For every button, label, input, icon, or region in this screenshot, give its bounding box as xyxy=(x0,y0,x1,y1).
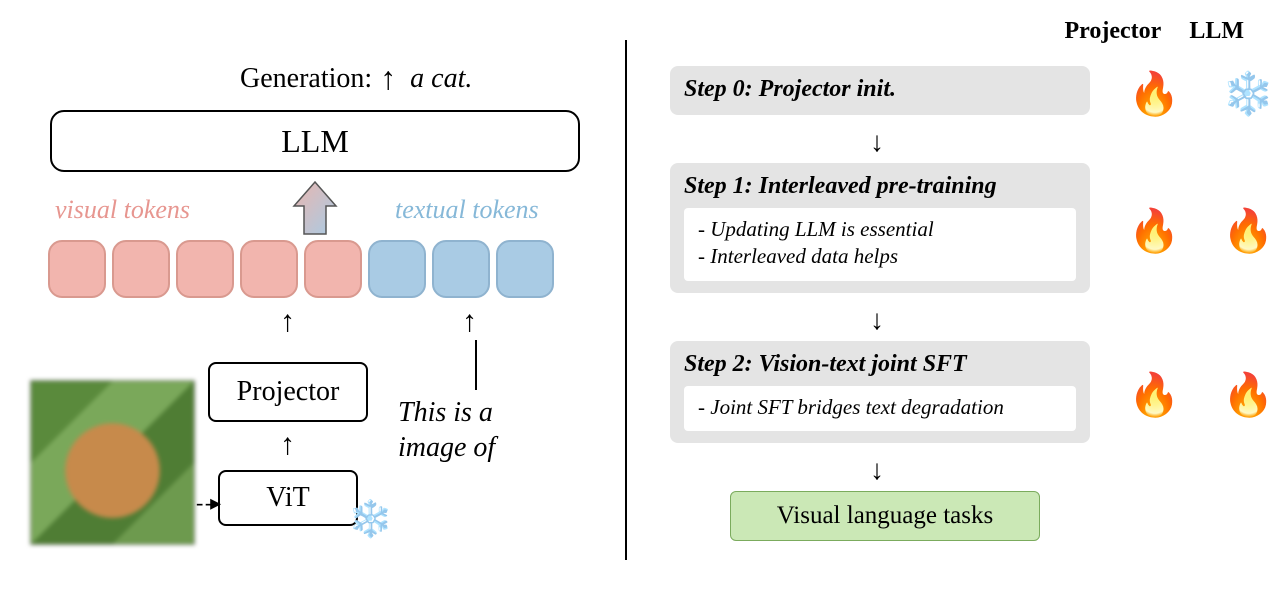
prompt-line1: This is a xyxy=(398,397,493,428)
fire-icon: 🔥 xyxy=(1128,207,1180,256)
step2-card: Step 2: Vision-text joint SFT - Joint SF… xyxy=(670,341,1090,443)
prompt-text: This is a image of xyxy=(398,395,495,465)
step1-bullet2: - Interleaved data helps xyxy=(698,243,1066,270)
step1-bullet1: - Updating LLM is essential xyxy=(698,216,1066,243)
visual-token xyxy=(240,240,298,298)
step2-title: Step 2: Vision-text joint SFT xyxy=(684,351,1076,378)
up-arrow-icon: ↑ xyxy=(380,60,396,97)
arrow-shaft xyxy=(475,340,477,390)
generation-label: Generation: xyxy=(240,63,372,95)
snowflake-icon: ❄️ xyxy=(1222,70,1274,119)
visual-tokens-label: visual tokens xyxy=(55,195,190,225)
down-arrow-icon: ↓ xyxy=(870,127,1275,159)
up-arrow-icon: ↑ xyxy=(280,305,295,339)
header-projector: Projector xyxy=(1065,18,1162,45)
down-arrow-icon: ↓ xyxy=(870,305,1275,337)
step1-title: Step 1: Interleaved pre-training xyxy=(684,173,1076,200)
up-arrow-icon: ↑ xyxy=(280,428,295,462)
input-image-cat xyxy=(30,380,195,545)
merge-up-arrow-icon xyxy=(290,180,340,238)
architecture-diagram: Generation: ↑ a cat. LLM visual tokens t… xyxy=(0,0,620,602)
step2-bullet1: - Joint SFT bridges text degradation xyxy=(698,394,1066,421)
step0-title: Step 0: Projector init. xyxy=(684,76,1076,103)
fire-icon: 🔥 xyxy=(1222,371,1274,420)
snowflake-icon: ❄️ xyxy=(348,498,393,540)
fire-icon: 🔥 xyxy=(1222,207,1274,256)
fire-icon: 🔥 xyxy=(1128,70,1180,119)
text-token xyxy=(368,240,426,298)
projector-box: Projector xyxy=(208,362,368,422)
prompt-line2: image of xyxy=(398,432,495,463)
step0-card: Step 0: Projector init. xyxy=(670,66,1090,115)
generation-row: Generation: ↑ a cat. xyxy=(240,60,472,97)
up-arrow-icon: ↑ xyxy=(462,305,477,339)
dashed-right-arrow-icon: - -▸ xyxy=(196,490,219,516)
training-pipeline: Projector LLM Step 0: Projector init. 🔥 … xyxy=(620,0,1280,602)
generation-output: a cat. xyxy=(410,63,472,95)
step1-row: Step 1: Interleaved pre-training - Updat… xyxy=(670,163,1275,301)
step2-row: Step 2: Vision-text joint SFT - Joint SF… xyxy=(670,341,1275,451)
column-headers: Projector LLM xyxy=(1065,18,1245,45)
fire-icon: 🔥 xyxy=(1128,371,1180,420)
header-llm: LLM xyxy=(1189,18,1244,45)
down-arrow-icon: ↓ xyxy=(870,455,1275,487)
visual-token xyxy=(48,240,106,298)
visual-token xyxy=(176,240,234,298)
text-token xyxy=(432,240,490,298)
llm-box: LLM xyxy=(50,110,580,172)
step0-row: Step 0: Projector init. 🔥 ❄️ xyxy=(670,66,1275,123)
token-row xyxy=(48,240,554,298)
vit-box: ViT xyxy=(218,470,358,526)
visual-token xyxy=(112,240,170,298)
textual-tokens-label: textual tokens xyxy=(395,195,539,225)
text-token xyxy=(496,240,554,298)
final-output-box: Visual language tasks xyxy=(730,491,1040,541)
step1-card: Step 1: Interleaved pre-training - Updat… xyxy=(670,163,1090,293)
visual-token xyxy=(304,240,362,298)
